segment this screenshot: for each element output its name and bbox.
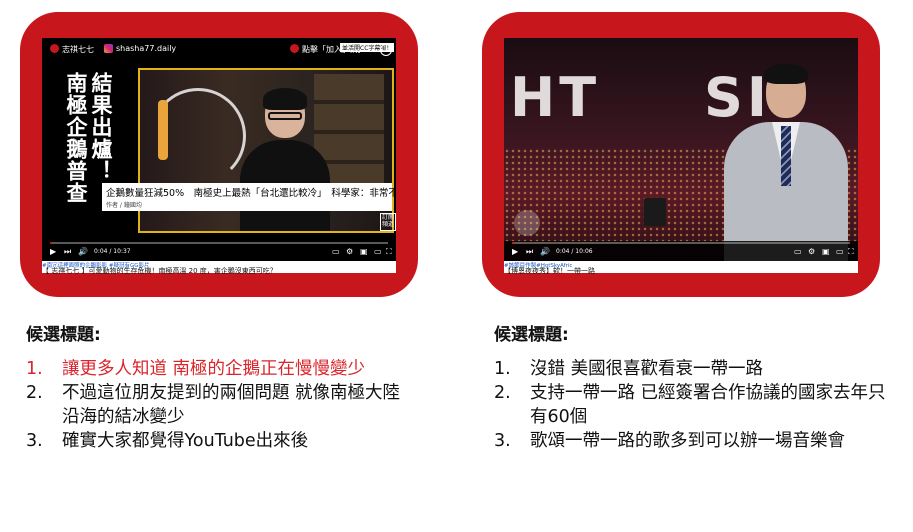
show-logo-icon <box>514 210 540 236</box>
left-title-list: 1. 讓更多人知道 南極的企鵝正在慢慢變少 2. 不過這位朋友提到的兩個問題 就像南… <box>26 357 416 453</box>
progress-bar[interactable] <box>512 242 850 244</box>
host-figure <box>240 88 330 231</box>
player-controls: ▶ ⏭ 🔊 0:04 / 10:06 ▭ ⚙ ▣ ▭ ⛶ <box>504 241 858 261</box>
next-icon[interactable]: ⏭ <box>64 247 71 257</box>
subtitles-icon[interactable]: ▭ <box>332 247 340 257</box>
subscribe-badge[interactable]: 訂閱 頻道 <box>380 213 396 231</box>
settings-icon[interactable]: ⚙ <box>808 247 815 257</box>
volume-icon[interactable]: 🔊 <box>78 247 88 257</box>
settings-icon[interactable]: ⚙ <box>346 247 353 257</box>
miniplayer-icon[interactable]: ▣ <box>360 247 368 257</box>
theater-icon[interactable]: ▭ <box>374 247 382 257</box>
left-video-panel: 志祺七七 shasha77.daily 點擊「加入」,成 並活開CC字幕唷！ i… <box>20 12 418 297</box>
subtitles-icon[interactable]: ▭ <box>794 247 802 257</box>
list-item: 2. 支持一帶一路 已經簽署合作協議的國家去年只有60個 <box>494 383 886 427</box>
play-icon[interactable]: ▶ <box>50 247 56 257</box>
right-video-panel: HT SI ▶ ⏭ 🔊 0:04 / 10:06 ▭ ⚙ ▣ ▭ ⛶ #該節目作… <box>482 12 880 297</box>
lamp <box>158 100 168 160</box>
right-title-list: 1. 沒錯 美國很喜歡看衰一帶一路 2. 支持一帶一路 已經簽署合作協議的國家去年只… <box>494 357 899 453</box>
channel-name: 志祺七七 <box>62 45 94 54</box>
youtube-icon <box>290 44 299 53</box>
progress-bar[interactable] <box>50 242 388 244</box>
left-video-thumbnail[interactable]: 志祺七七 shasha77.daily 點擊「加入」,成 並活開CC字幕唷！ i… <box>42 38 396 276</box>
next-icon[interactable]: ⏭ <box>526 247 533 257</box>
instagram-icon <box>104 44 113 53</box>
progress-fill <box>50 242 53 244</box>
list-item: 3. 歌頌一帶一路的歌多到可以辦一場音樂會 <box>494 431 845 451</box>
subtitle-box: 企鵝數量狂減50% 南極史上最熱「台北還比較冷」 科學家：非常不正常 作者 / … <box>102 183 396 211</box>
instagram-handle: shasha77.daily <box>116 44 177 53</box>
play-icon[interactable]: ▶ <box>512 247 518 257</box>
list-item: 3. 確實大家都覺得YouTube出來後 <box>26 431 309 451</box>
time-display: 0:04 / 10:37 <box>94 248 131 255</box>
left-video-top-bar: 志祺七七 shasha77.daily 點擊「加入」,成 並活開CC字幕唷！ i <box>42 38 396 60</box>
right-caption-title[interactable]: 【博恩夜夜秀】欸！一帶一路 <box>504 266 595 276</box>
fullscreen-icon[interactable]: ⛶ <box>848 247 854 257</box>
subtitle-author: 作者 / 鐘國均 <box>106 202 142 209</box>
fullscreen-icon[interactable]: ⛶ <box>386 247 392 257</box>
list-item: 1. 讓更多人知道 南極的企鵝正在慢慢變少 <box>26 359 366 379</box>
backdrop-text-1: HT <box>510 66 601 129</box>
left-caption-title[interactable]: 【 志祺七七 】可愛動物的生存危機！南極高溫 20 度，害企鵝沒東西可吃？ <box>42 266 277 276</box>
left-candidate-titles: 候選標題: 1. 讓更多人知道 南極的企鵝正在慢慢變少 2. 不過這位朋友提到的兩個… <box>26 320 416 453</box>
player-controls: ▶ ⏭ 🔊 0:04 / 10:37 ▭ ⚙ ▣ ▭ ⛶ <box>42 241 396 261</box>
right-video-thumbnail[interactable]: HT SI ▶ ⏭ 🔊 0:04 / 10:06 ▭ ⚙ ▣ ▭ ⛶ #該節目作… <box>504 38 858 276</box>
right-heading: 候選標題: <box>494 325 569 345</box>
progress-fill <box>512 242 515 244</box>
list-item: 1. 沒錯 美國很喜歡看衰一帶一路 <box>494 359 764 379</box>
channel-logo-icon <box>50 44 59 53</box>
miniplayer-icon[interactable]: ▣ <box>822 247 830 257</box>
mug-icon <box>644 198 666 226</box>
anchor-figure <box>724 64 858 261</box>
list-item: 2. 不過這位朋友提到的兩個問題 就像南極大陸沿海的結冰變少 <box>26 383 401 427</box>
right-candidate-titles: 候選標題: 1. 沒錯 美國很喜歡看衰一帶一路 2. 支持一帶一路 已經簽署合作協議… <box>494 320 899 453</box>
info-icon[interactable]: i <box>380 44 392 56</box>
glasses-icon <box>268 112 302 120</box>
vertical-title-1: 結果出爐！ <box>89 72 113 182</box>
left-heading: 候選標題: <box>26 325 101 345</box>
subtitle-main: 企鵝數量狂減50% 南極史上最熱「台北還比較冷」 科學家：非常不正常 <box>106 188 396 199</box>
time-display: 0:04 / 10:06 <box>556 248 593 255</box>
left-video-frame[interactable]: 志祺七七 shasha77.daily 點擊「加入」,成 並活開CC字幕唷！ i… <box>42 38 396 261</box>
right-video-frame[interactable]: HT SI ▶ ⏭ 🔊 0:04 / 10:06 ▭ ⚙ ▣ ▭ ⛶ <box>504 38 858 261</box>
volume-icon[interactable]: 🔊 <box>540 247 550 257</box>
vertical-title-2: 南極企鵝普查 <box>64 72 88 204</box>
theater-icon[interactable]: ▭ <box>836 247 844 257</box>
